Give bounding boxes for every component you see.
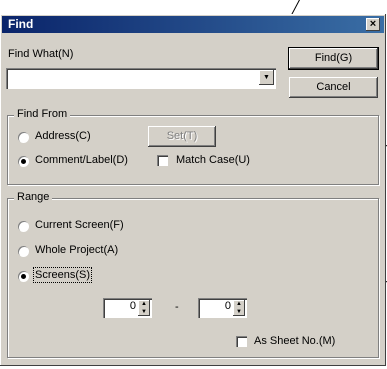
find-from-title: Find From <box>14 108 71 120</box>
comment-label-label: Comment/Label(D) <box>35 154 128 166</box>
screens-label: Screens(S) <box>32 267 93 283</box>
find-dialog: Find × Find What(N) ▼ Find(G) Cancel Fin… <box>0 14 386 366</box>
window-title: Find <box>8 17 34 31</box>
as-sheet-label: As Sheet No.(M) <box>254 335 336 347</box>
current-screen-label: Current Screen(F) <box>35 219 124 231</box>
screens-to-spinner[interactable]: 0 ▲ ▼ <box>198 298 247 318</box>
spin-arrows-icon[interactable]: ▲ ▼ <box>233 300 245 316</box>
cancel-button[interactable]: Cancel <box>289 77 378 98</box>
screens-radio[interactable] <box>18 271 29 282</box>
find-what-combo[interactable]: ▼ <box>6 68 276 89</box>
title-bar: Find × <box>2 16 384 33</box>
range-title: Range <box>14 191 53 203</box>
screens-to-value: 0 <box>224 300 231 312</box>
screens-from-spinner[interactable]: 0 ▲ ▼ <box>103 298 152 318</box>
find-what-label: Find What(N) <box>8 48 74 60</box>
as-sheet-checkbox[interactable] <box>236 336 247 347</box>
screens-from-value: 0 <box>129 300 136 312</box>
current-screen-radio[interactable] <box>18 221 29 232</box>
close-icon[interactable]: × <box>366 18 380 31</box>
range-separator: - <box>175 301 179 313</box>
whole-project-radio[interactable] <box>18 246 29 257</box>
whole-project-label: Whole Project(A) <box>35 244 119 256</box>
set-button[interactable]: Set(T) <box>148 126 216 147</box>
spin-arrows-icon[interactable]: ▲ ▼ <box>138 300 150 316</box>
dropdown-arrow-icon[interactable]: ▼ <box>259 70 274 85</box>
comment-label-radio[interactable] <box>18 156 29 167</box>
match-case-label: Match Case(U) <box>176 154 250 166</box>
match-case-checkbox[interactable] <box>157 155 168 166</box>
address-label: Address(C) <box>35 130 91 142</box>
address-radio[interactable] <box>18 132 29 143</box>
find-button[interactable]: Find(G) <box>288 47 379 70</box>
